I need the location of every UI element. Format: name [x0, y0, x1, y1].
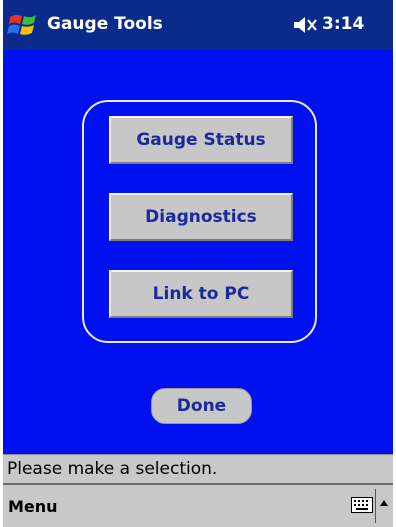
status-bar: Please make a selection. [3, 454, 393, 483]
windows-flag-icon [7, 14, 36, 35]
link-to-pc-button[interactable]: Link to PC [109, 270, 293, 318]
speaker-muted-icon[interactable] [292, 14, 318, 36]
diagnostics-button[interactable]: Diagnostics [109, 193, 293, 241]
main-area: Gauge Status Diagnostics Link to PC Done [3, 50, 393, 454]
app-title: Gauge Tools [47, 14, 163, 34]
up-arrow-icon[interactable] [379, 499, 389, 507]
start-button[interactable] [5, 6, 41, 44]
done-button[interactable]: Done [151, 388, 252, 424]
menu-button[interactable]: Menu [8, 497, 58, 516]
menu-bar: Menu [3, 483, 393, 527]
sip-divider [375, 489, 376, 523]
pda-screen: Gauge Tools 3:14 Gauge Status Diagnostic… [0, 0, 396, 527]
title-bar: Gauge Tools 3:14 [3, 0, 393, 50]
status-text: Please make a selection. [7, 459, 218, 479]
keyboard-icon[interactable] [351, 497, 373, 513]
clock[interactable]: 3:14 [322, 14, 364, 34]
gauge-status-button[interactable]: Gauge Status [109, 116, 293, 164]
